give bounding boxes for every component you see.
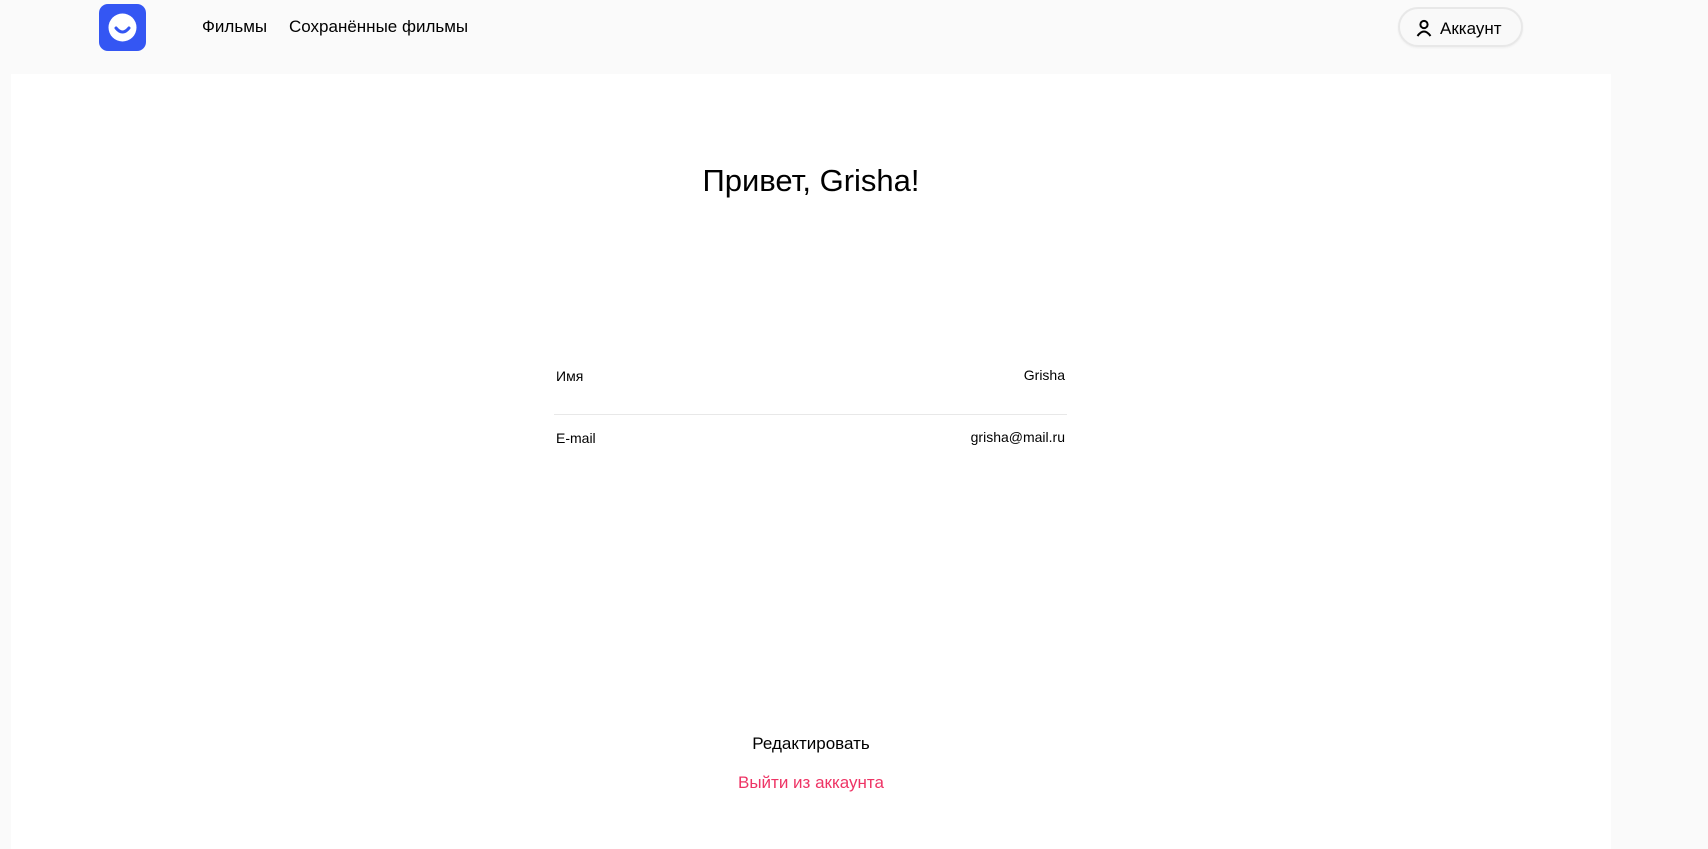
page-title: Привет, Grisha!: [702, 163, 920, 198]
logout-button-wrap: Выйти из аккаунта: [11, 773, 1611, 793]
account-button[interactable]: Аккаунт: [1398, 7, 1523, 47]
smile-logo-icon: [108, 13, 137, 42]
profile-section: Привет, Grisha! Имя Grisha E-mail grisha…: [11, 74, 1611, 849]
logout-button[interactable]: Выйти из аккаунта: [738, 773, 884, 792]
profile-row-name: Имя Grisha: [554, 354, 1067, 415]
name-label: Имя: [556, 368, 584, 384]
site-header: Фильмы Сохранённые фильмы Аккаунт: [0, 0, 1708, 74]
email-label: E-mail: [556, 430, 596, 446]
edit-profile-button[interactable]: Редактировать: [752, 734, 869, 753]
user-icon: [1416, 19, 1432, 37]
logo[interactable]: [99, 4, 146, 51]
email-value: grisha@mail.ru: [970, 429, 1065, 445]
account-button-label: Аккаунт: [1440, 19, 1502, 38]
nav-link-films[interactable]: Фильмы: [202, 17, 267, 37]
profile-row-email: E-mail grisha@mail.ru: [554, 415, 1067, 465]
edit-profile-button-wrap: Редактировать: [11, 734, 1611, 754]
nav-link-saved-films[interactable]: Сохранённые фильмы: [289, 17, 468, 37]
name-value: Grisha: [1023, 367, 1065, 383]
